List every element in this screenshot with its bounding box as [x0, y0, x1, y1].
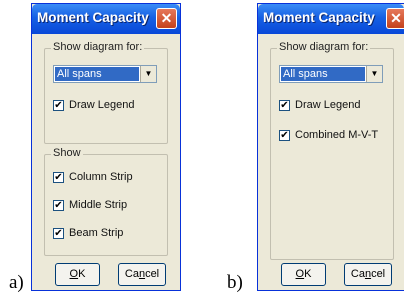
ok-mnemonic: O	[69, 268, 79, 280]
span-dropdown[interactable]: All spans ▼	[53, 65, 157, 83]
cancel-label-pre: Ca	[350, 268, 365, 280]
combined-mvt-label[interactable]: Combined M-V-T	[295, 129, 378, 141]
ok-mnemonic: O	[295, 268, 305, 280]
beam-strip-checkbox[interactable]: ✔	[53, 228, 64, 239]
ok-button[interactable]: OK	[55, 263, 100, 286]
close-icon: ✕	[160, 10, 173, 26]
show-diagram-group: Show diagram for: All spans ▼ ✔ Draw Leg…	[270, 41, 394, 260]
draw-legend-label[interactable]: Draw Legend	[69, 99, 134, 111]
span-dropdown-value: All spans	[55, 67, 139, 81]
draw-legend-checkbox[interactable]: ✔	[279, 100, 290, 111]
panel-a-label: a)	[9, 272, 24, 293]
show-group: Show ✔ Column Strip ✔ Middle Strip ✔ Bea…	[44, 147, 168, 256]
span-dropdown[interactable]: All spans ▼	[279, 65, 383, 83]
cancel-label-post: cel	[371, 268, 386, 280]
dialog-title: Moment Capacity	[263, 10, 375, 25]
middle-strip-label[interactable]: Middle Strip	[69, 199, 127, 211]
panel-b-label: b)	[227, 272, 243, 293]
moment-capacity-dialog-b: Moment Capacity ✕ Show diagram for: All …	[257, 3, 404, 291]
show-group-label: Show	[51, 147, 83, 159]
ok-button[interactable]: OK	[281, 263, 326, 286]
show-diagram-group: Show diagram for: All spans ▼ ✔ Draw Leg…	[44, 41, 168, 144]
close-icon: ✕	[390, 10, 402, 26]
cancel-label-pre: Ca	[124, 268, 139, 280]
ok-label-rest: K	[304, 268, 312, 280]
ok-label-rest: K	[78, 268, 86, 280]
close-button[interactable]: ✕	[156, 8, 177, 29]
close-button[interactable]: ✕	[386, 8, 404, 29]
draw-legend-label[interactable]: Draw Legend	[295, 99, 360, 111]
chevron-down-icon[interactable]: ▼	[140, 66, 156, 82]
cancel-label-post: cel	[145, 268, 160, 280]
title-bar[interactable]: Moment Capacity ✕	[32, 4, 180, 34]
cancel-button[interactable]: Cancel	[118, 263, 166, 286]
span-dropdown-value: All spans	[281, 67, 365, 81]
moment-capacity-dialog-a: Moment Capacity ✕ Show diagram for: All …	[31, 3, 181, 291]
column-strip-label[interactable]: Column Strip	[69, 171, 133, 183]
combined-mvt-checkbox[interactable]: ✔	[279, 130, 290, 141]
column-strip-checkbox[interactable]: ✔	[53, 172, 64, 183]
beam-strip-label[interactable]: Beam Strip	[69, 227, 123, 239]
chevron-down-icon[interactable]: ▼	[366, 66, 382, 82]
draw-legend-checkbox[interactable]: ✔	[53, 100, 64, 111]
show-diagram-group-label: Show diagram for:	[51, 41, 145, 53]
dialog-title: Moment Capacity	[37, 10, 149, 25]
title-bar[interactable]: Moment Capacity ✕	[258, 4, 404, 34]
show-diagram-group-label: Show diagram for:	[277, 41, 371, 53]
cancel-button[interactable]: Cancel	[344, 263, 392, 286]
middle-strip-checkbox[interactable]: ✔	[53, 200, 64, 211]
